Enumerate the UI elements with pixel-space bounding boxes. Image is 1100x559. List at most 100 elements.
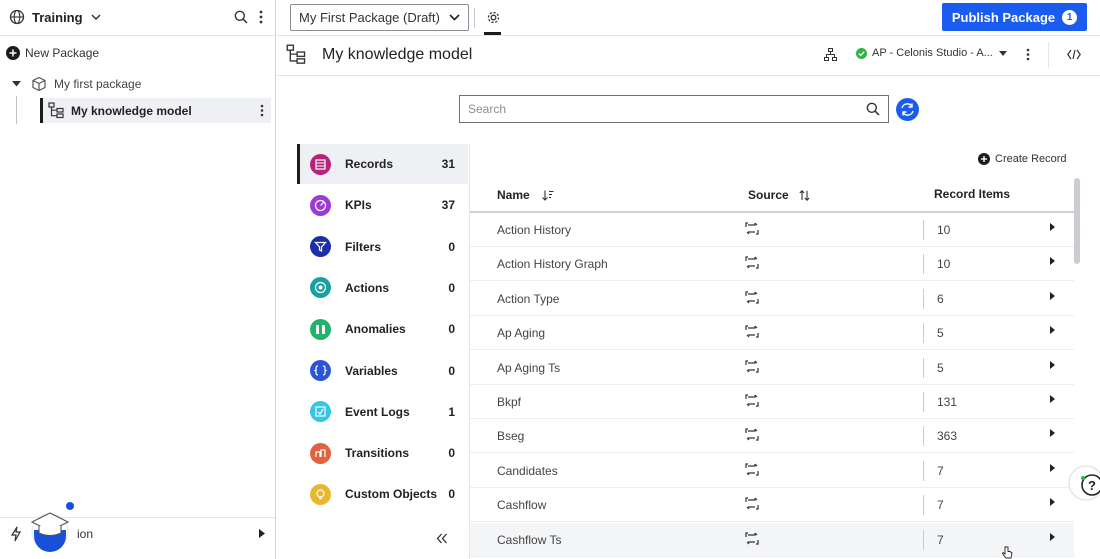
package-select[interactable]: My First Package (Draft) [290,4,469,31]
chevron-down-icon [449,14,460,21]
category-count: 0 [448,446,455,461]
more-vertical-icon[interactable] [259,10,263,24]
source-sync-icon [745,394,759,407]
mouse-cursor-icon [1001,546,1013,559]
record-name: Bseg [497,429,525,444]
sort-icon [799,189,810,201]
source-sync-icon [745,222,759,235]
source-sync-icon [745,531,759,545]
category-count: 37 [441,198,455,213]
record-items-count: 131 [937,395,958,409]
table-row[interactable]: Candidates 7 [470,454,1074,488]
category-label: Variables [345,363,398,378]
record-items-count: 6 [937,291,944,306]
gear-icon[interactable] [486,10,501,25]
table-row[interactable]: Cashflow Ts 7 [470,522,1074,557]
table-row[interactable]: Ap Aging 5 [470,316,1074,351]
hierarchy-icon[interactable] [824,48,837,61]
chevron-down-icon [91,13,101,21]
publish-package-button[interactable]: Publish Package 1 [942,3,1087,31]
caret-right-icon [259,529,265,538]
expand-arrow-icon[interactable] [1050,429,1055,438]
records-icon [310,153,331,175]
search-input[interactable]: Search [459,95,889,123]
package-icon [31,76,47,92]
category-item-variables[interactable]: Variables 0 [297,351,468,391]
expand-arrow-icon[interactable] [1050,395,1055,403]
category-item-anomalies[interactable]: Anomalies 0 [297,309,468,349]
plus-circle-icon [978,153,990,165]
workspace-selector[interactable]: Training [9,9,101,25]
expand-arrow-icon[interactable] [1050,360,1055,369]
help-icon[interactable]: ? [1066,463,1100,503]
expand-arrow-icon[interactable] [1050,291,1055,300]
column-header-name[interactable]: Name [497,188,554,202]
record-items-count: 10 [937,223,951,237]
top-bar: My First Package (Draft) Publish Package… [277,0,1100,36]
category-item-kpis[interactable]: KPIs 37 [297,185,468,225]
bottom-nav-label: ion [77,527,94,541]
expand-arrow-icon[interactable] [1050,257,1055,266]
record-name: Cashflow [497,498,547,513]
category-count: 31 [441,157,455,171]
cell-divider [923,288,924,309]
column-name-label: Name [497,188,530,202]
create-record-button[interactable]: Create Record [978,153,1067,165]
academy-icon[interactable] [28,500,78,552]
create-record-label: Create Record [995,153,1067,165]
record-name: Action History [497,223,572,237]
search-icon [866,102,880,116]
category-item-records[interactable]: Records 31 [297,144,468,184]
category-item-transitions[interactable]: Transitions 0 [297,433,468,473]
table-row[interactable]: Ap Aging Ts 5 [470,351,1074,385]
expand-arrow-icon[interactable] [1050,498,1055,507]
page-header: My knowledge model AP - Celonis Studio -… [277,36,1100,76]
source-sync-icon [745,463,759,476]
category-label: Filters [345,239,382,254]
new-package-button[interactable]: New Package [6,46,99,60]
scrollbar-thumb[interactable] [1074,178,1080,264]
column-header-source[interactable]: Source [748,188,810,202]
record-items-count: 5 [937,326,944,341]
column-source-label: Source [748,188,789,202]
source-sync-icon [745,325,759,338]
tree-guide-line [16,96,17,124]
sort-descending-icon [541,190,554,201]
new-package-label: New Package [25,46,100,60]
data-model-selector[interactable]: AP - Celonis Studio - A... [856,47,1007,59]
category-item-actions[interactable]: Actions 0 [297,268,468,308]
expand-arrow-icon[interactable] [1050,532,1055,541]
tree-item-knowledge-model[interactable]: My knowledge model [40,98,271,123]
expand-arrow-icon[interactable] [1050,326,1055,335]
category-item-custom-objects[interactable]: Custom Objects 0 [297,474,468,514]
expand-arrow-icon[interactable] [1050,223,1055,231]
category-label: KPIs [345,198,372,213]
more-vertical-icon[interactable] [260,104,264,117]
table-row[interactable]: Cashflow 7 [470,488,1074,523]
table-row[interactable]: Bkpf 131 [470,385,1074,419]
expand-arrow-icon[interactable] [1050,463,1055,472]
category-item-event-logs[interactable]: Event Logs 1 [297,392,468,432]
category-count: 1 [448,404,455,419]
refresh-sync-icon[interactable] [896,98,919,121]
transitions-icon [310,442,331,464]
code-view-icon[interactable] [1067,49,1081,60]
category-count: 0 [448,487,455,502]
record-items-count: 7 [937,532,944,547]
custom-objects-icon [310,483,331,505]
category-label: Actions [345,280,390,295]
source-sync-icon [745,291,759,304]
tree-item-package[interactable]: My first package [12,76,141,92]
more-vertical-icon[interactable] [1026,48,1030,61]
table-row[interactable]: Action Type 6 [470,282,1074,316]
filters-icon [310,236,331,258]
record-items-count: 5 [937,360,944,375]
collapse-panel-icon[interactable] [436,533,448,544]
table-row[interactable]: Bseg 363 [470,419,1074,454]
table-row[interactable]: Action History Graph 10 [470,247,1074,282]
cell-divider [923,460,924,481]
search-icon[interactable] [234,10,248,24]
category-item-filters[interactable]: Filters 0 [297,227,468,267]
record-items-count: 7 [937,498,944,513]
table-row[interactable]: Action History 10 [470,213,1074,247]
